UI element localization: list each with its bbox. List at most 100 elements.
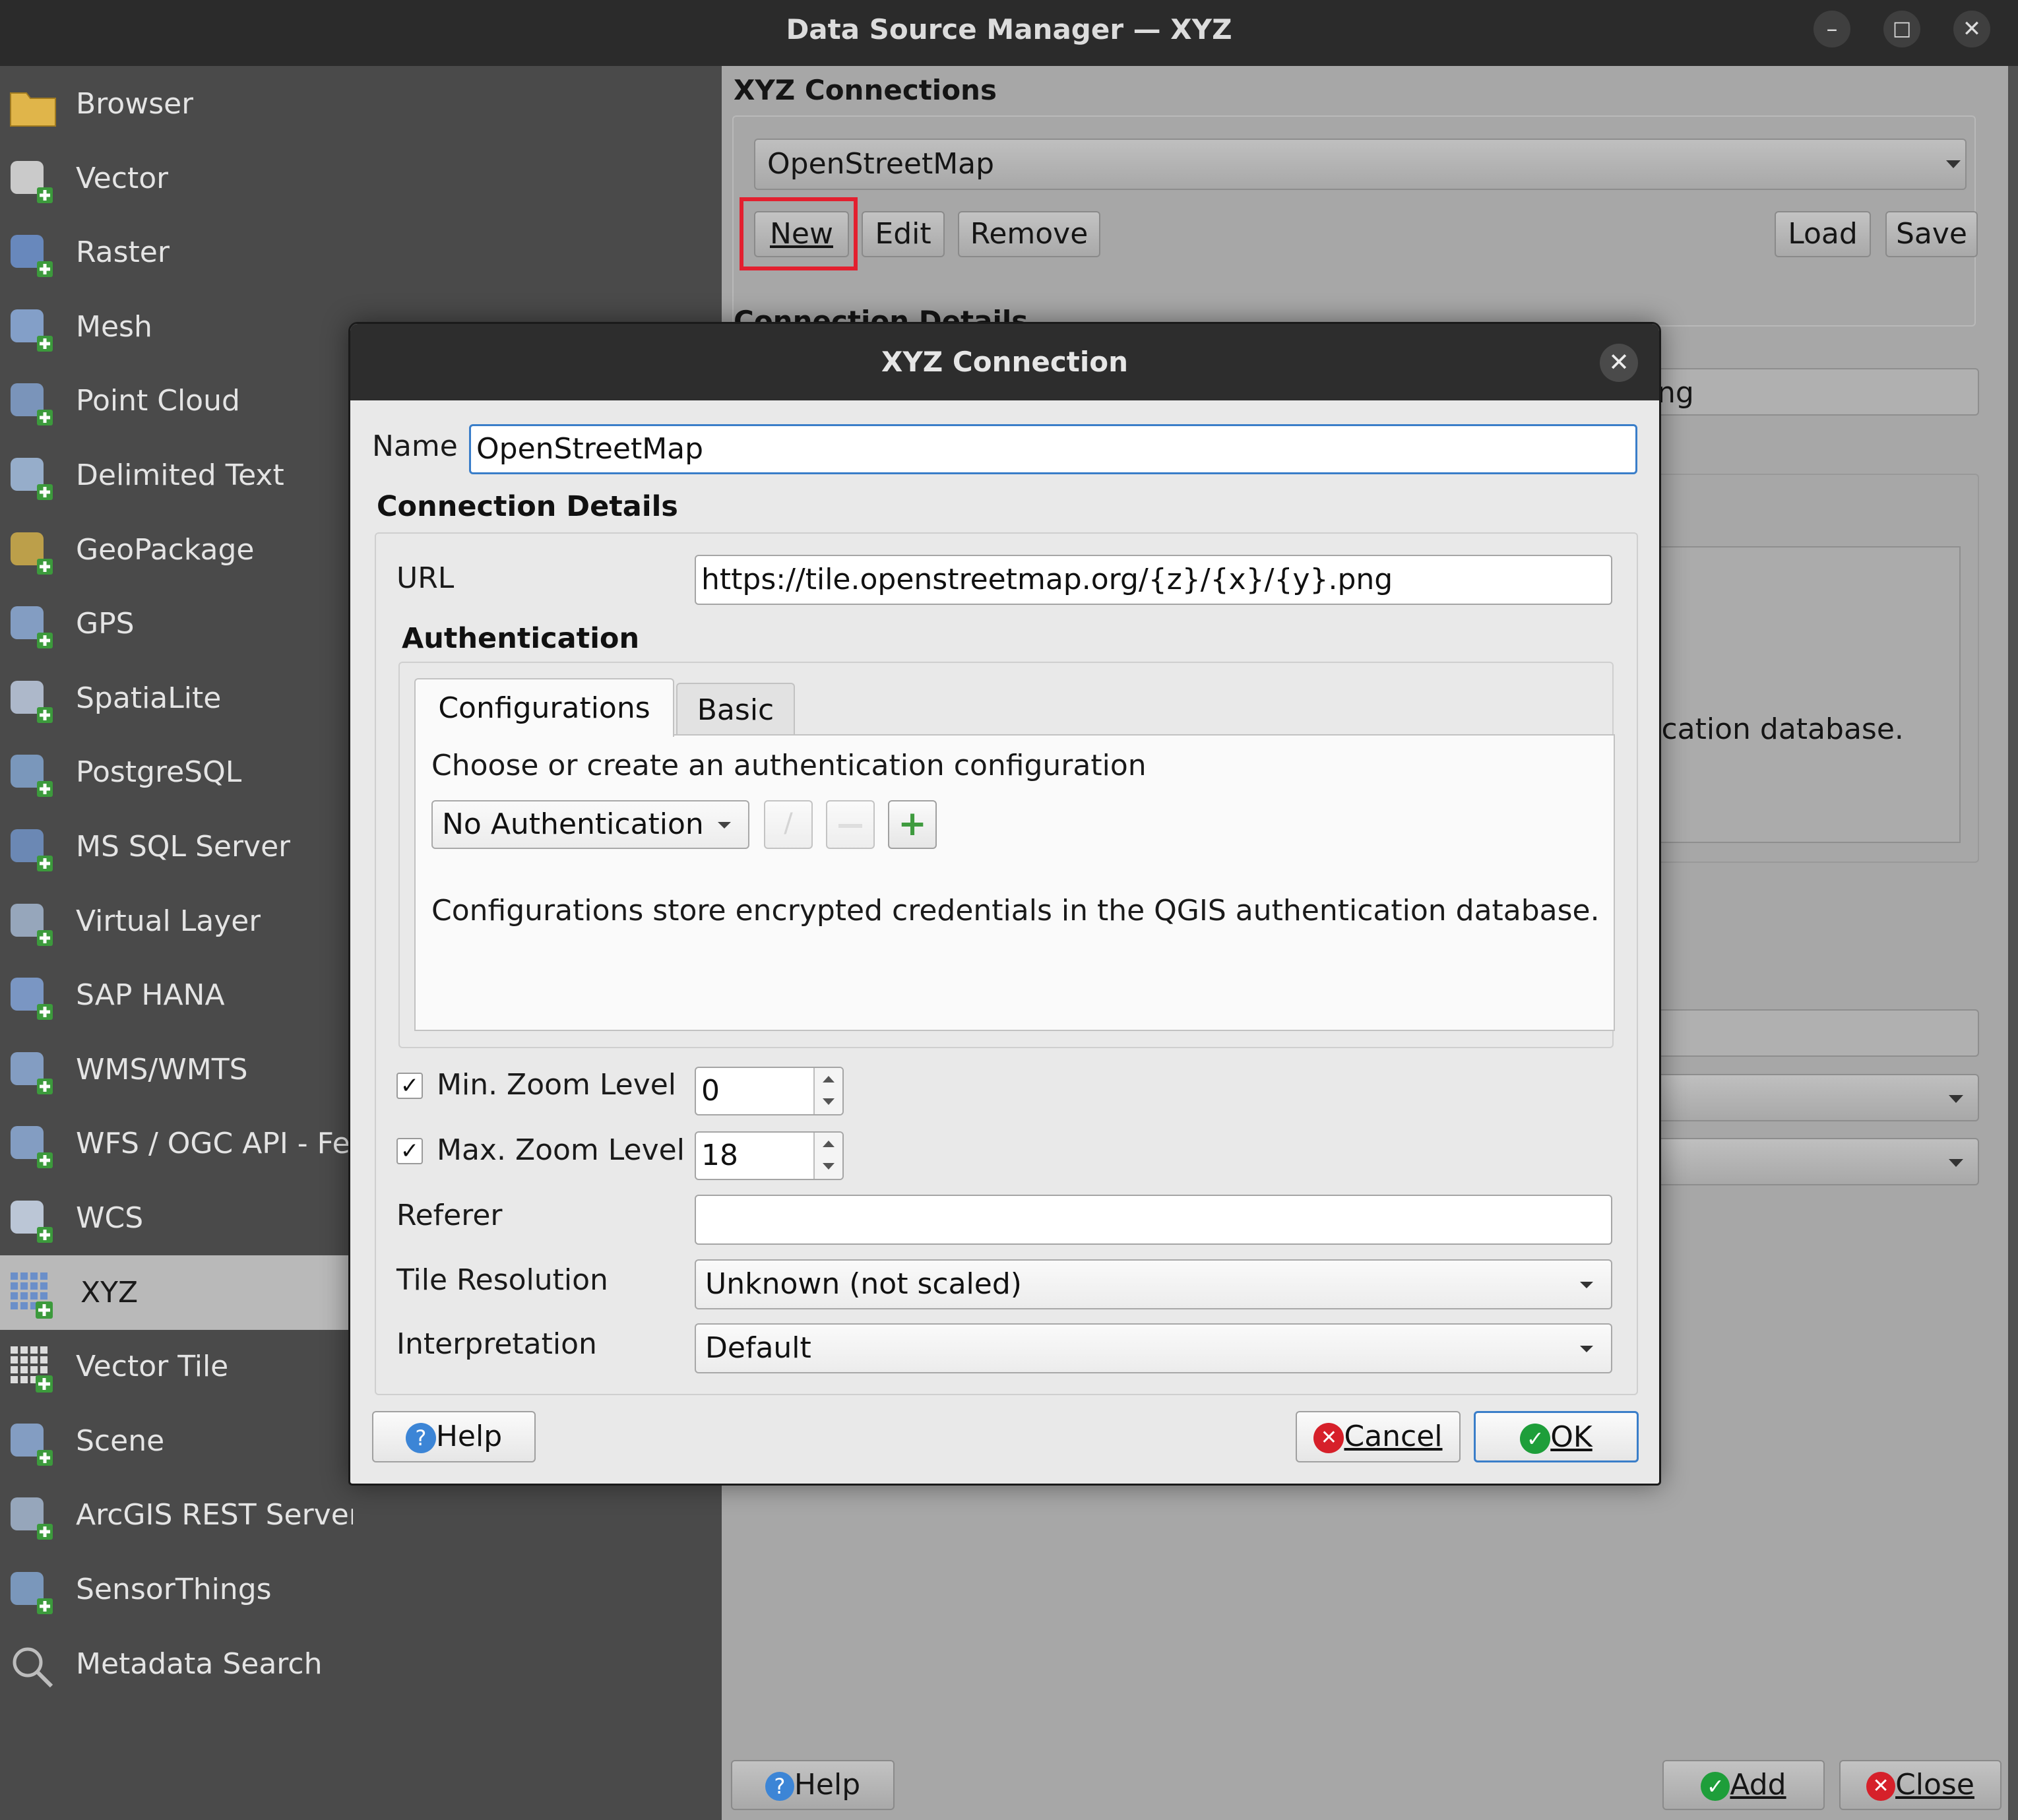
- chevron-up-icon: [823, 1076, 835, 1083]
- min-zoom-checkbox[interactable]: ✓: [396, 1073, 423, 1099]
- interpretation-select[interactable]: Default: [695, 1323, 1612, 1373]
- sidebar-item-raster[interactable]: Raster: [0, 215, 722, 290]
- sidebar-item-label: Point Cloud: [76, 384, 240, 418]
- sidebar-item-label: Mesh: [76, 309, 152, 344]
- chevron-down-icon: [823, 1098, 835, 1105]
- sidebar-item-label: Virtual Layer: [76, 904, 261, 938]
- help-button[interactable]: ? Help: [731, 1760, 895, 1810]
- xyz-connections-title: XYZ Connections: [734, 74, 997, 106]
- cancel-button[interactable]: ✕ Cancel: [1296, 1411, 1461, 1462]
- sidebar-item-label: Vector Tile: [76, 1350, 229, 1384]
- url-label: URL: [396, 561, 455, 595]
- add-button[interactable]: ✓ Add: [1662, 1760, 1825, 1810]
- tab-configurations[interactable]: Configurations: [414, 678, 674, 737]
- max-zoom-input[interactable]: 18: [695, 1131, 844, 1180]
- min-zoom-input[interactable]: 0: [695, 1067, 844, 1115]
- sensorthings-icon: [7, 1567, 59, 1619]
- max-zoom-checkbox[interactable]: ✓: [396, 1138, 423, 1164]
- vector-icon: [7, 156, 59, 208]
- configurations-pane: Choose or create an authentication confi…: [414, 734, 1615, 1031]
- auth-config-value: No Authentication: [442, 807, 704, 841]
- minimize-button[interactable]: –: [1813, 11, 1850, 47]
- min-zoom-spinner[interactable]: [813, 1068, 842, 1114]
- save-connections-button[interactable]: Save: [1885, 211, 1978, 257]
- chevron-down-icon: [1580, 1346, 1593, 1352]
- sidebar-item-sensorthings[interactable]: SensorThings: [0, 1552, 722, 1627]
- remove-auth-button[interactable]: [826, 800, 875, 849]
- virtual-layer-icon: [7, 898, 59, 951]
- sidebar-item-label: GPS: [76, 607, 135, 641]
- referer-input[interactable]: [695, 1195, 1612, 1245]
- url-input[interactable]: https://tile.openstreetmap.org/{z}/{x}/{…: [695, 555, 1612, 605]
- edit-connection-button[interactable]: Edit: [862, 211, 945, 257]
- load-connections-button[interactable]: Load: [1775, 211, 1871, 257]
- sidebar-item-vector[interactable]: Vector: [0, 141, 722, 216]
- sidebar-item-label: MS SQL Server: [76, 830, 291, 863]
- auth-note: Configurations store encrypted credentia…: [431, 894, 1600, 927]
- chevron-down-icon: [718, 822, 731, 829]
- help-icon: ?: [405, 1423, 436, 1453]
- name-label: Name: [372, 429, 458, 463]
- add-auth-button[interactable]: +: [888, 800, 937, 849]
- sidebar-item-label: WCS: [76, 1201, 144, 1235]
- dialog-close-button[interactable]: ✕: [1600, 344, 1638, 382]
- sidebar-item-label: Delimited Text: [76, 458, 284, 492]
- arcgis-icon: [7, 1492, 59, 1545]
- delimited-text-icon: [7, 453, 59, 505]
- close-icon: ✕: [1608, 348, 1629, 377]
- cancel-icon: ✕: [1313, 1423, 1344, 1453]
- edit-auth-button[interactable]: /: [764, 800, 813, 849]
- postgresql-icon: [7, 749, 59, 802]
- sidebar-item-label: SpatiaLite: [76, 681, 222, 715]
- sidebar-item-metadata-search[interactable]: Metadata Search: [0, 1627, 722, 1701]
- sidebar-item-label: Metadata Search: [76, 1647, 323, 1681]
- point-cloud-icon: [7, 378, 59, 431]
- auth-prompt: Choose or create an authentication confi…: [431, 749, 1147, 782]
- dialog-help-button[interactable]: ? Help: [372, 1411, 536, 1462]
- chevron-down-icon: [823, 1163, 835, 1170]
- sidebar-item-label: Raster: [76, 235, 170, 270]
- help-icon: ?: [765, 1772, 794, 1801]
- max-zoom-label: Max. Zoom Level: [437, 1133, 685, 1167]
- sidebar-item-label: SensorThings: [76, 1573, 272, 1606]
- chevron-down-icon: [1949, 1159, 1963, 1167]
- chevron-down-icon: [1949, 1095, 1963, 1103]
- name-input[interactable]: OpenStreetMap: [469, 424, 1637, 474]
- sap-hana-icon: [7, 972, 59, 1025]
- xyz-icon: [7, 1270, 59, 1323]
- sidebar-item-browser[interactable]: Browser: [0, 67, 722, 141]
- ok-button[interactable]: ✓ OK: [1474, 1411, 1639, 1462]
- window-title: Data Source Manager — XYZ: [786, 13, 1232, 46]
- search-icon: [7, 1641, 59, 1694]
- max-zoom-spinner[interactable]: [813, 1133, 842, 1179]
- panel-scroll-edge: [2008, 66, 2018, 1820]
- minus-icon: [838, 824, 862, 828]
- check-icon: ✓: [1520, 1424, 1551, 1454]
- remove-connection-button[interactable]: Remove: [958, 211, 1100, 257]
- gps-icon: [7, 601, 59, 654]
- sidebar-item-label: SAP HANA: [76, 978, 225, 1013]
- chevron-down-icon: [1946, 160, 1961, 168]
- chevron-down-icon: [1580, 1282, 1593, 1288]
- tile-resolution-select[interactable]: Unknown (not scaled): [695, 1259, 1612, 1309]
- sidebar-item-label: WFS / OGC API - Fea: [76, 1127, 353, 1161]
- auth-config-select[interactable]: No Authentication: [431, 800, 749, 849]
- connection-details-title: Connection Details: [377, 490, 678, 523]
- sidebar-item-label: Vector: [76, 161, 169, 195]
- scene-icon: [7, 1418, 59, 1471]
- window-close-button[interactable]: ✕: [1953, 11, 1990, 47]
- min-zoom-label: Min. Zoom Level: [437, 1068, 677, 1102]
- mssql-icon: [7, 824, 59, 877]
- tile-resolution-label: Tile Resolution: [396, 1263, 608, 1297]
- connection-select[interactable]: OpenStreetMap: [754, 139, 1967, 190]
- close-button[interactable]: ✕ Close: [1839, 1760, 2002, 1810]
- check-icon: ✓: [1701, 1772, 1730, 1801]
- sidebar-item-arcgis-rest-server[interactable]: ArcGIS REST Server: [0, 1478, 722, 1552]
- referer-label: Referer: [396, 1199, 503, 1232]
- maximize-button[interactable]: □: [1883, 11, 1920, 47]
- tab-basic[interactable]: Basic: [676, 683, 795, 736]
- sidebar-item-label: ArcGIS REST Server: [76, 1498, 353, 1532]
- vector-tile-icon: [7, 1344, 59, 1396]
- wfs-icon: [7, 1121, 59, 1174]
- geopackage-icon: [7, 527, 59, 580]
